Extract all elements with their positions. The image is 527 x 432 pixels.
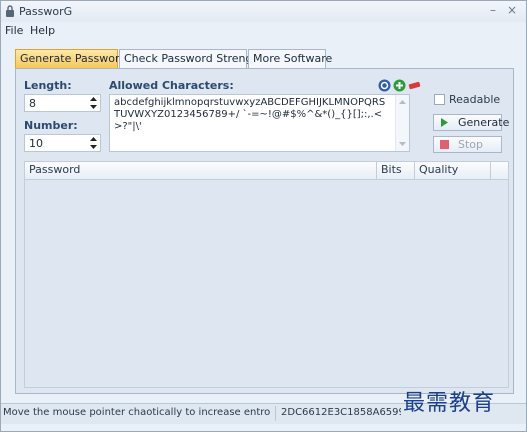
table-header: Password Bits Quality — [25, 162, 508, 180]
number-stepper[interactable]: 10 — [24, 134, 101, 152]
watermark-text: 最需教育 — [403, 391, 496, 416]
number-value: 10 — [29, 137, 43, 150]
status-hash: 2DC6612E3C1858A659919 — [281, 407, 401, 418]
play-icon — [441, 118, 448, 127]
scroll-down-icon[interactable] — [399, 142, 406, 147]
minimize-button[interactable]: – — [485, 3, 501, 19]
generate-button[interactable]: Generate — [433, 114, 509, 131]
generate-label: Generate — [458, 116, 510, 129]
column-quality[interactable]: Quality — [415, 162, 491, 179]
eraser-icon[interactable] — [408, 79, 421, 92]
stop-button[interactable]: Stop — [433, 136, 502, 153]
add-icon[interactable] — [393, 79, 406, 92]
length-label: Length: — [24, 79, 72, 92]
allowed-characters-input[interactable]: abcdefghijklmnopqrstuvwxyzABCDEFGHIJKLMN… — [109, 94, 410, 152]
allowed-characters-label: Allowed Characters: — [109, 79, 234, 92]
length-value: 8 — [29, 97, 36, 110]
number-label: Number: — [24, 119, 78, 132]
menu-file[interactable]: File — [5, 24, 23, 37]
length-stepper[interactable]: 8 — [24, 94, 101, 112]
column-bits[interactable]: Bits — [377, 162, 415, 179]
allowed-characters-scrollbar[interactable] — [395, 95, 409, 151]
tab-check-password-strength[interactable]: Check Password Strength — [119, 49, 264, 68]
window-title: PassworG — [19, 5, 73, 18]
allowed-characters-value: abcdefghijklmnopqrstuvwxyzABCDEFGHIJKLMN… — [114, 97, 386, 132]
column-password[interactable]: Password — [25, 162, 377, 179]
password-table: Password Bits Quality — [24, 161, 509, 388]
status-message: Move the mouse pointer chaotically to in… — [3, 407, 271, 418]
menu-bar: File Help — [1, 23, 526, 39]
readable-checkbox[interactable] — [434, 94, 445, 105]
app-window: PassworG – × File Help Generate Password… — [0, 0, 527, 432]
stop-label: Stop — [458, 138, 484, 151]
readable-label: Readable — [449, 93, 501, 106]
scroll-up-icon[interactable] — [399, 99, 406, 104]
tab-generate-passwords[interactable]: Generate Passwords — [15, 49, 132, 68]
tab-more-software[interactable]: More Software — [248, 49, 332, 68]
stop-icon — [440, 140, 449, 149]
generate-panel: Length: 8 Number: 10 Allowed Characters:… — [15, 68, 514, 394]
close-button[interactable]: × — [504, 3, 520, 19]
title-bar: PassworG – × — [1, 1, 526, 22]
spin-arrows-icon[interactable] — [90, 96, 97, 110]
lock-icon — [6, 5, 14, 17]
menu-help[interactable]: Help — [30, 24, 55, 37]
spin-arrows-icon[interactable] — [90, 136, 97, 150]
reset-icon[interactable] — [378, 79, 391, 92]
status-divider — [275, 406, 276, 421]
